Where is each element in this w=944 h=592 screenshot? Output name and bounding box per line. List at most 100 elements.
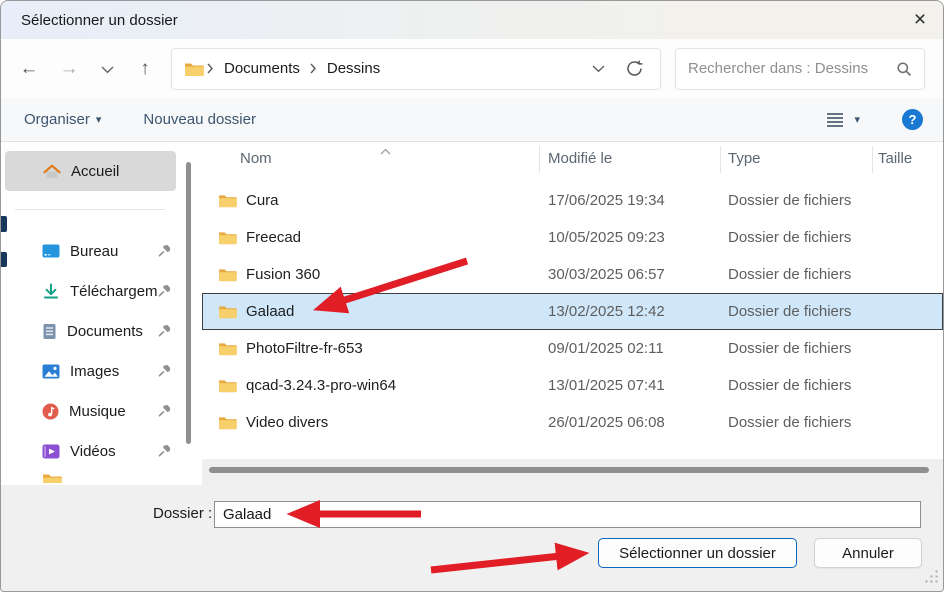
folder-icon — [218, 230, 237, 245]
file-name: PhotoFiltre-fr-653 — [246, 340, 363, 357]
file-type: Dossier de fichiers — [728, 229, 851, 246]
up-button[interactable]: ↑ — [125, 58, 165, 80]
file-name: Freecad — [246, 229, 301, 246]
organize-menu[interactable]: Organiser ▾ — [24, 111, 101, 128]
search-input[interactable] — [688, 60, 896, 77]
folder-name-input[interactable] — [214, 501, 921, 528]
file-type: Dossier de fichiers — [728, 340, 851, 357]
column-divider[interactable] — [720, 146, 721, 173]
file-row-cura[interactable]: Cura 17/06/2025 19:34 Dossier de fichier… — [202, 182, 943, 219]
help-icon[interactable]: ? — [902, 109, 923, 130]
videos-icon — [42, 444, 60, 459]
refresh-icon[interactable] — [615, 59, 650, 78]
new-folder-label: Nouveau dossier — [143, 111, 256, 128]
sidebar-item-musique[interactable]: Musique — [1, 391, 202, 431]
file-name: Video divers — [246, 414, 328, 431]
column-header-modifie[interactable]: Modifié le — [548, 150, 612, 167]
forward-button[interactable]: → — [49, 58, 89, 80]
folder-icon — [218, 341, 237, 356]
documents-icon — [42, 323, 57, 340]
file-row-freecad[interactable]: Freecad 10/05/2025 09:23 Dossier de fich… — [202, 219, 943, 256]
file-type: Dossier de fichiers — [728, 377, 851, 394]
sidebar-item-documents[interactable]: Documents — [1, 311, 202, 351]
file-type: Dossier de fichiers — [728, 414, 851, 431]
file-row-video-divers[interactable]: Video divers 26/01/2025 06:08 Dossier de… — [202, 404, 943, 441]
chevron-right-icon — [307, 63, 320, 74]
select-folder-dialog: Sélectionner un dossier × ← → ↑ Document… — [0, 0, 944, 592]
pin-icon — [157, 364, 171, 382]
file-type: Dossier de fichiers — [728, 303, 851, 320]
file-row-fusion-360[interactable]: Fusion 360 30/03/2025 06:57 Dossier de f… — [202, 256, 943, 293]
sidebar-item-bureau[interactable]: Bureau — [1, 231, 202, 271]
file-name: Fusion 360 — [246, 266, 320, 283]
horizontal-scrollbar[interactable] — [202, 459, 943, 485]
file-list: Nom Modifié le Type Taille Cura 17/06/20… — [202, 142, 943, 485]
home-icon — [42, 163, 62, 180]
view-caret-icon[interactable]: ▾ — [854, 113, 860, 126]
file-name: Galaad — [246, 303, 294, 320]
file-type: Dossier de fichiers — [728, 266, 851, 283]
background-window-fragment — [1, 216, 7, 232]
command-toolbar: Organiser ▾ Nouveau dossier ▾ ? — [1, 98, 943, 142]
column-divider[interactable] — [539, 146, 540, 173]
folder-icon — [218, 415, 237, 430]
music-icon — [42, 403, 59, 420]
column-header-type[interactable]: Type — [728, 150, 761, 167]
file-modified: 09/01/2025 02:11 — [548, 340, 664, 357]
background-window-fragment — [1, 252, 7, 267]
title-bar: Sélectionner un dossier × — [1, 1, 943, 39]
sidebar-scrollbar[interactable] — [186, 162, 191, 444]
column-header-nom[interactable]: Nom — [240, 150, 272, 167]
select-folder-button[interactable]: Sélectionner un dossier — [598, 538, 797, 568]
file-modified: 13/01/2025 07:41 — [548, 377, 665, 394]
sidebar-item-telechargements[interactable]: Téléchargem — [1, 271, 202, 311]
sidebar-item-label: Vidéos — [70, 443, 116, 460]
breadcrumb-item-dessins[interactable]: Dessins — [320, 60, 387, 77]
sidebar-item-label: Bureau — [70, 243, 118, 260]
folder-icon — [218, 304, 237, 319]
file-row-galaad-selected[interactable]: Galaad 13/02/2025 12:42 Dossier de fichi… — [202, 293, 943, 330]
recent-locations-chevron-icon[interactable] — [89, 58, 125, 80]
file-row-photofiltre[interactable]: PhotoFiltre-fr-653 09/01/2025 02:11 Doss… — [202, 330, 943, 367]
navigation-bar: ← → ↑ Documents Dessins — [1, 39, 943, 98]
search-box[interactable] — [675, 48, 925, 90]
desktop-icon — [42, 244, 60, 258]
pin-icon — [157, 404, 171, 422]
file-name: Cura — [246, 192, 279, 209]
column-header-taille[interactable]: Taille — [878, 150, 912, 167]
organize-label: Organiser — [24, 111, 90, 128]
resize-grip[interactable] — [924, 569, 939, 588]
horizontal-scrollbar-thumb[interactable] — [209, 467, 929, 473]
cancel-button[interactable]: Annuler — [814, 538, 922, 568]
pin-icon — [157, 324, 171, 342]
new-folder-button[interactable]: Nouveau dossier — [143, 111, 256, 128]
folder-icon — [218, 267, 237, 282]
downloads-icon — [42, 283, 60, 299]
chevron-right-icon — [204, 63, 217, 74]
sidebar-item-label: Téléchargem — [70, 283, 158, 300]
search-icon[interactable] — [896, 61, 912, 77]
footer: Dossier : Sélectionner un dossier Annule… — [1, 485, 943, 591]
file-modified: 17/06/2025 19:34 — [548, 192, 665, 209]
sidebar-item-images[interactable]: Images — [1, 351, 202, 391]
sort-ascending-icon — [380, 142, 391, 159]
file-modified: 10/05/2025 09:23 — [548, 229, 665, 246]
images-icon — [42, 364, 60, 379]
breadcrumb-item-documents[interactable]: Documents — [217, 60, 307, 77]
main-area: Accueil Bureau Téléchargem — [1, 142, 943, 485]
sidebar-item-videos[interactable]: Vidéos — [1, 431, 202, 471]
sidebar-item-home[interactable]: Accueil — [5, 151, 176, 191]
view-details-icon[interactable] — [826, 112, 844, 128]
sidebar-item-partial — [42, 472, 62, 483]
file-modified: 26/01/2025 06:08 — [548, 414, 665, 431]
folder-icon — [218, 378, 237, 393]
column-divider[interactable] — [872, 146, 873, 173]
back-button[interactable]: ← — [9, 58, 49, 80]
breadcrumb[interactable]: Documents Dessins — [171, 48, 661, 90]
file-modified: 30/03/2025 06:57 — [548, 266, 665, 283]
file-row-qcad[interactable]: qcad-3.24.3-pro-win64 13/01/2025 07:41 D… — [202, 367, 943, 404]
close-icon[interactable]: × — [904, 5, 936, 35]
folder-field-label: Dossier : — [153, 505, 212, 522]
file-name: qcad-3.24.3-pro-win64 — [246, 377, 396, 394]
address-dropdown-chevron-icon[interactable] — [582, 65, 615, 73]
